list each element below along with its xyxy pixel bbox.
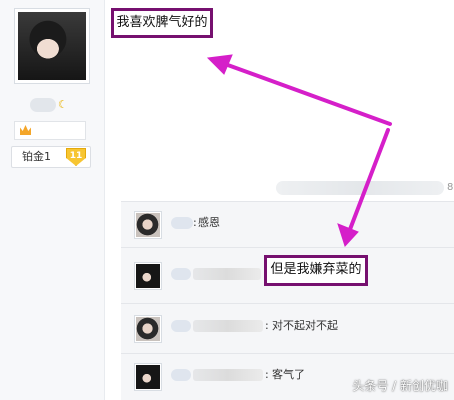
rank-label[interactable]: 铂金1 11	[11, 146, 91, 168]
reply-avatar[interactable]	[134, 363, 162, 391]
reply-content-highlight: 但是我嫌弃菜的	[264, 255, 368, 286]
reply-text-blurred	[193, 268, 261, 280]
reply-username-blurred[interactable]	[171, 369, 191, 381]
reply-username-blurred[interactable]	[171, 217, 193, 229]
avatar-image	[136, 365, 160, 389]
reply-row: : 感恩	[121, 202, 454, 248]
arrow-icon	[223, 62, 392, 126]
watermark: 头条号 / 新创优咖	[352, 379, 448, 393]
avatar-image	[136, 317, 160, 341]
reply-extra-blurred	[193, 369, 263, 381]
reply-separator: :	[193, 216, 197, 229]
avatar-image	[136, 264, 160, 288]
post-meta-floor: 8	[447, 182, 454, 193]
reply-username-blurred[interactable]	[171, 268, 191, 280]
reply-avatar[interactable]	[134, 211, 162, 239]
reply-avatar[interactable]	[134, 262, 162, 290]
reply-row: : 对不起对不起	[121, 304, 454, 354]
reply-avatar[interactable]	[134, 315, 162, 343]
honor-badge-box[interactable]	[14, 121, 86, 140]
arrow-icon	[206, 54, 233, 75]
post-text: 我喜欢脾气好的	[116, 15, 208, 30]
reply-text: 但是我嫌弃菜的	[270, 262, 362, 277]
reply-text: 感恩	[198, 216, 220, 229]
author-sidebar: ☾ 铂金1 11	[0, 0, 105, 400]
level-blurred	[30, 98, 56, 112]
rank-text: 铂金1	[22, 150, 51, 163]
post-content-highlight: 我喜欢脾气好的	[111, 8, 213, 38]
reply-separator: :	[265, 368, 269, 381]
reply-text: 客气了	[272, 368, 305, 381]
author-avatar[interactable]	[14, 8, 90, 84]
avatar-image	[18, 12, 86, 80]
reply-extra-blurred	[193, 320, 263, 332]
rank-badge-icon: 11	[66, 148, 86, 166]
reply-separator: :	[265, 319, 269, 332]
crown-icon	[20, 125, 31, 135]
post-meta-blurred	[276, 181, 444, 195]
avatar-image	[136, 213, 160, 237]
moon-icon: ☾	[58, 98, 68, 111]
reply-username-blurred[interactable]	[171, 320, 191, 332]
reply-list: : 感恩 : 对不起对不起 : 客气了	[121, 201, 454, 400]
reply-text: 对不起对不起	[272, 319, 338, 332]
level-indicator: ☾	[30, 98, 68, 112]
